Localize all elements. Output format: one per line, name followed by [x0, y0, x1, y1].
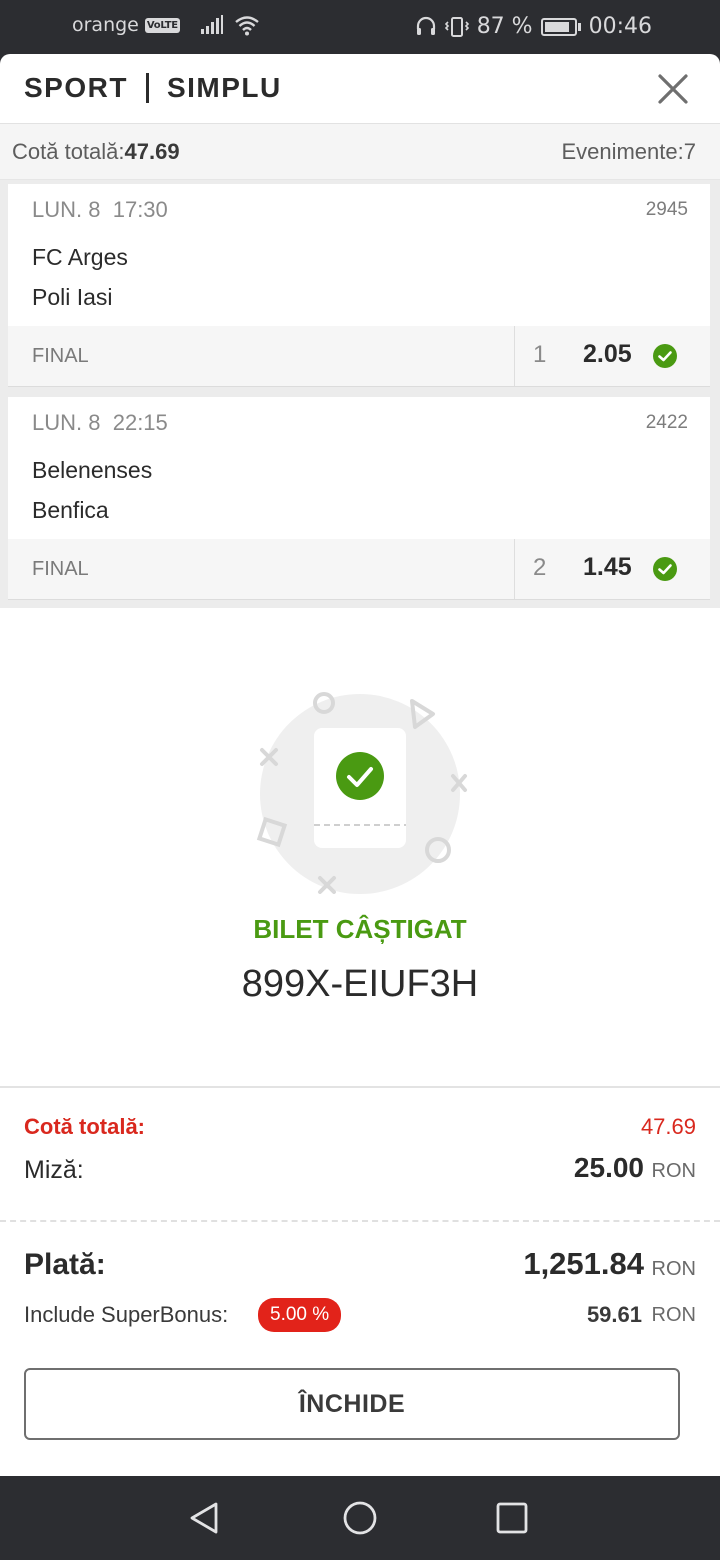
winning-ticket-illustration: [256, 692, 467, 894]
pick-selection: 2: [533, 554, 547, 581]
payout-value: 1,251.84: [523, 1246, 644, 1281]
wifi-icon: [235, 16, 259, 36]
event-datetime: LUN. 8 17:30: [32, 197, 168, 223]
payout-label: Plată:: [24, 1248, 106, 1281]
sport-label: SPORT: [24, 72, 128, 103]
event-list[interactable]: LUN. 8 17:30 2945 FC Arges Poli Iasi FIN…: [0, 180, 720, 608]
event-code: 2945: [645, 199, 688, 220]
away-team: Benfica: [32, 497, 109, 523]
summary-total-odds: Cotă totală:47.69: [12, 139, 180, 165]
close-ticket-button[interactable]: ÎNCHIDE: [24, 1368, 680, 1440]
carrier-name: orange: [72, 14, 139, 36]
pick-odd: 2.05: [583, 340, 632, 368]
battery-icon: [540, 17, 581, 36]
total-odds-label: Cotă totală:: [24, 1114, 145, 1139]
home-team: FC Arges: [32, 244, 128, 270]
battery-percent: 87 %: [476, 14, 533, 39]
triangle-back-icon[interactable]: [186, 1500, 222, 1536]
ticket-title: SPORT SIMPLU: [24, 72, 282, 104]
mode-label: SIMPLU: [166, 72, 282, 103]
event-pick: 1 2.05: [514, 326, 710, 386]
total-odds-value: 47.69: [640, 1114, 696, 1139]
signal-icon: [200, 15, 223, 34]
event-time: 17:30: [112, 197, 168, 222]
status-bar: orange VoLTE 87 % 00:46: [0, 0, 720, 54]
summary-odds-label: Cotă totală:: [12, 139, 125, 164]
event-date: LUN. 8: [32, 197, 101, 222]
stake-label: Miză:: [24, 1156, 84, 1184]
event-time: 22:15: [112, 410, 168, 435]
check-circle-icon: [653, 557, 677, 581]
summary-events: Evenimente:7: [561, 139, 696, 165]
event-code: 2422: [645, 412, 688, 433]
square-recents-icon[interactable]: [494, 1500, 530, 1536]
market-name: FINAL: [32, 558, 89, 580]
summary-odds-value: 47.69: [124, 139, 180, 164]
vibrate-icon: [444, 16, 469, 37]
payout-currency: RON: [651, 1258, 696, 1280]
event-date: LUN. 8: [32, 410, 101, 435]
superbonus-label: Include SuperBonus:: [24, 1302, 229, 1327]
clock: 00:46: [588, 14, 652, 39]
check-circle-icon: [653, 344, 677, 368]
ticket-sheet: SPORT SIMPLU Cotă totală:47.69 Eveniment…: [0, 54, 720, 1476]
stake-totals: Cotă totală: 47.69 Miză: 25.00 RON: [0, 1088, 720, 1222]
event-card[interactable]: LUN. 8 17:30 2945 FC Arges Poli Iasi FIN…: [8, 184, 710, 387]
summary-events-label: Evenimente:: [561, 139, 684, 164]
away-team: Poli Iasi: [32, 284, 113, 310]
stake-currency: RON: [651, 1160, 696, 1182]
ticket-id: 899X-EIUF3H: [241, 963, 479, 1005]
ticket-status: BILET CÂȘTIGAT: [253, 914, 467, 944]
superbonus-value: 59.61: [586, 1302, 642, 1327]
home-team: Belenenses: [32, 457, 153, 483]
market-name: FINAL: [32, 345, 89, 367]
battery-level-fill: [544, 21, 569, 32]
stake-value: 25.00: [573, 1152, 644, 1183]
payout-section: Plată: 1,251.84 RON Include SuperBonus: …: [0, 1222, 720, 1468]
result-section: BILET CÂȘTIGAT 899X-EIUF3H: [0, 608, 720, 1088]
close-icon[interactable]: [656, 72, 690, 106]
event-datetime: LUN. 8 22:15: [32, 410, 168, 436]
pick-selection: 1: [533, 341, 547, 368]
ticket-summary: Cotă totală:47.69 Evenimente:7: [0, 124, 720, 180]
volte-badge: VoLTE: [144, 17, 180, 33]
headset-icon: [416, 16, 435, 35]
circle-home-icon[interactable]: [342, 1500, 378, 1536]
sheet-header: SPORT SIMPLU: [0, 54, 720, 124]
pick-odd: 1.45: [583, 553, 632, 581]
event-card[interactable]: LUN. 8 22:15 2422 Belenenses Benfica FIN…: [8, 397, 710, 600]
title-divider: [145, 73, 149, 103]
event-pick: 2 1.45: [514, 539, 710, 599]
superbonus-badge: 5.00 %: [258, 1298, 342, 1332]
summary-events-value: 7: [683, 139, 696, 164]
system-nav-bar: [0, 1476, 720, 1560]
superbonus-currency: RON: [651, 1304, 696, 1326]
